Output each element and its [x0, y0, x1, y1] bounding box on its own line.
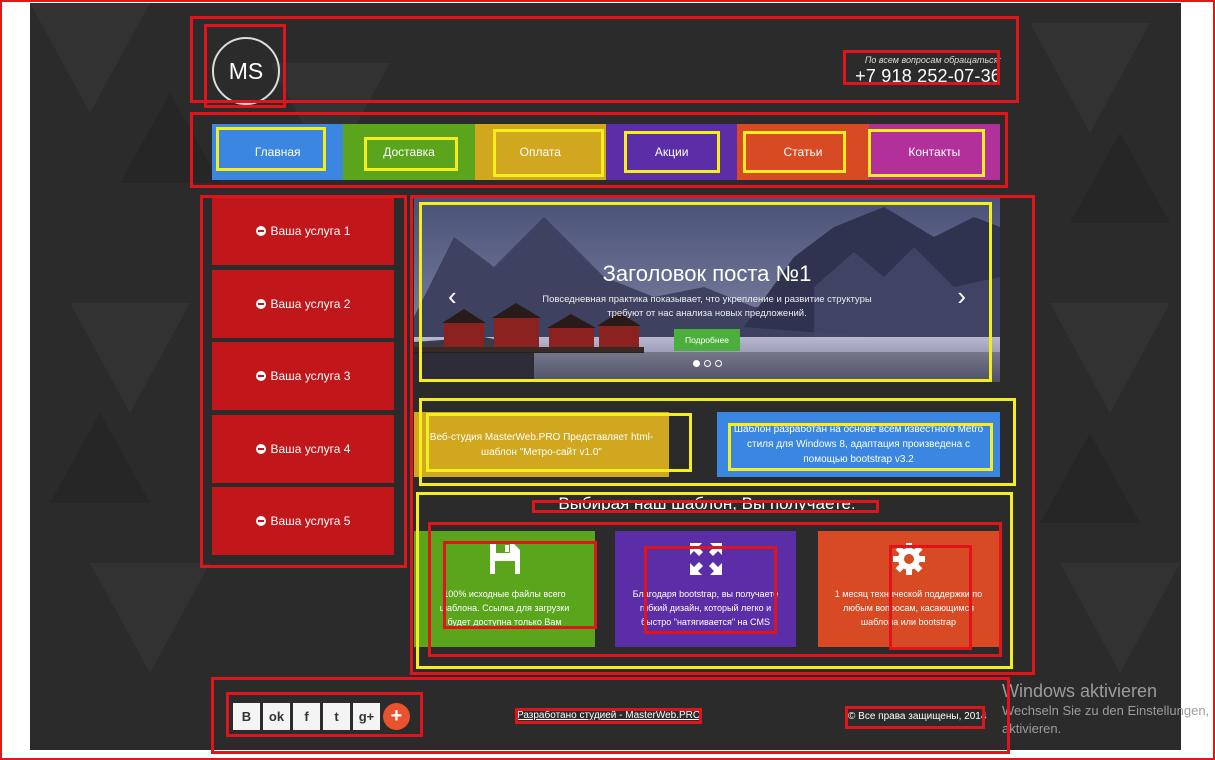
nav-item[interactable]: Оплата [474, 124, 606, 180]
expand-arrows-icon [615, 539, 796, 579]
carousel-dot[interactable] [714, 360, 722, 367]
minus-circle-icon [255, 443, 266, 454]
sidebar-service-label: Ваша услуга 4 [270, 441, 351, 456]
windows-activation-watermark: Windows aktivieren Wechseln Sie zu den E… [1002, 681, 1215, 738]
minus-circle-icon [255, 226, 266, 236]
sidebar-service-label: Ваша услуга 2 [270, 296, 351, 311]
logo-text: MS [228, 57, 264, 84]
nav-item[interactable]: Доставка [343, 124, 475, 180]
sidebar-service-item[interactable]: Ваша услуга 3 [212, 342, 394, 410]
info-tile-metro: Шаблон разработан на основе всем известн… [717, 412, 1000, 477]
feature-tile: 100% исходные файлы всего шаблона. Ссылк… [414, 531, 595, 647]
sidebar-service-label: Ваша услуга 1 [270, 224, 351, 238]
info-tile-studio: Веб-студия MasterWeb.PRO Представляет ht… [414, 412, 669, 477]
watermark-line3: aktivieren. [1002, 721, 1062, 736]
google-plus-icon[interactable]: g+ [353, 703, 380, 730]
sidebar-service-label: Ваша услуга 3 [270, 369, 351, 383]
carousel-text: Повседневная практика показывает, что ук… [542, 294, 872, 319]
carousel-dot[interactable] [703, 360, 711, 367]
studio-credit-link[interactable]: Разработано студией - MasterWeb.PRO [517, 710, 701, 721]
carousel-dot[interactable] [692, 360, 700, 367]
feature-text: 100% исходные файлы всего шаблона. Ссылк… [439, 589, 570, 627]
feature-tile: 1 месяц технической поддержки по любым в… [818, 531, 999, 647]
feature-tile: Благодаря bootstrap, вы получаете гибкий… [615, 531, 796, 647]
phone-number[interactable]: +7 918 252-07-36 [855, 66, 1001, 87]
features-title: Выбирая наш шаблон, Вы получаете: [558, 494, 856, 513]
nav-item-label: Контакты [908, 145, 961, 159]
header-contact: По всем вопросам обращаться: +7 918 252-… [855, 55, 1001, 87]
facebook-icon[interactable]: f [293, 703, 320, 730]
nav-item[interactable]: Контакты [868, 124, 1000, 180]
feature-text: 1 месяц технической поддержки по любым в… [834, 589, 983, 627]
carousel-title: Заголовок поста №1 [602, 261, 812, 286]
carousel-prev-arrow-icon[interactable]: ‹ [448, 283, 457, 309]
minus-circle-icon [255, 298, 266, 309]
carousel-indicators [414, 360, 1000, 367]
sidebar-service-label: Ваша услуга 5 [270, 514, 351, 528]
minus-circle-icon [255, 371, 266, 381]
page: MS По всем вопросам обращаться: +7 918 2… [30, 3, 1181, 750]
nav-item-label: Оплата [519, 145, 561, 159]
add-share-icon[interactable]: + [383, 703, 410, 730]
contact-caption: По всем вопросам обращаться: [864, 55, 1001, 65]
sidebar-service-item[interactable]: Ваша услуга 4 [212, 414, 394, 483]
social-links: Bok f t g+ + [233, 703, 410, 730]
watermark-line2: Wechseln Sie zu den Einstellungen, um Wi… [1002, 703, 1215, 718]
nav-item-label: Статьи [783, 145, 823, 159]
twitter-icon[interactable]: t [323, 703, 350, 730]
hero-carousel[interactable]: Заголовок поста №1 Повседневная практика… [414, 197, 1000, 382]
minus-circle-icon [255, 516, 266, 526]
sidebar-service-item[interactable]: Ваша услуга 1 [212, 197, 394, 265]
feature-text: Благодаря bootstrap, вы получаете гибкий… [632, 589, 779, 627]
nav-item[interactable]: Акции [605, 124, 738, 180]
logo[interactable]: MS [212, 37, 280, 105]
sidebar-service-item[interactable]: Ваша услуга 2 [212, 269, 394, 338]
more-button[interactable]: Подробнее [674, 329, 740, 351]
copyright: © Все права защищены, 2014 [848, 711, 987, 722]
nav-item-label: Главная [254, 145, 301, 159]
floppy-disk-icon [414, 539, 595, 579]
carousel-image [414, 197, 1000, 382]
nav-item[interactable]: Статьи [737, 124, 869, 180]
sidebar-service-item[interactable]: Ваша услуга 5 [212, 487, 394, 555]
carousel-next-arrow-icon[interactable]: › [957, 283, 966, 309]
vk-icon[interactable]: B [233, 703, 260, 730]
odnoklassniki-icon[interactable]: ok [263, 703, 290, 730]
info-tile-text: Шаблон разработан на основе всем известн… [733, 424, 984, 465]
info-tile-text: Веб-студия MasterWeb.PRO Представляет ht… [429, 431, 654, 458]
gear-icon [818, 539, 999, 579]
nav-item[interactable]: Главная [212, 124, 344, 180]
nav-item-label: Акции [654, 145, 689, 159]
services-sidebar: Ваша услуга 1 Ваша услуга 2 Ваша услуга 3 В… [212, 197, 394, 560]
main-nav: Главная Доставка Оплата Акции Статьи Контакты [212, 124, 1000, 180]
nav-item-label: Доставка [383, 145, 435, 159]
watermark-line1: Windows aktivieren [1002, 681, 1158, 701]
